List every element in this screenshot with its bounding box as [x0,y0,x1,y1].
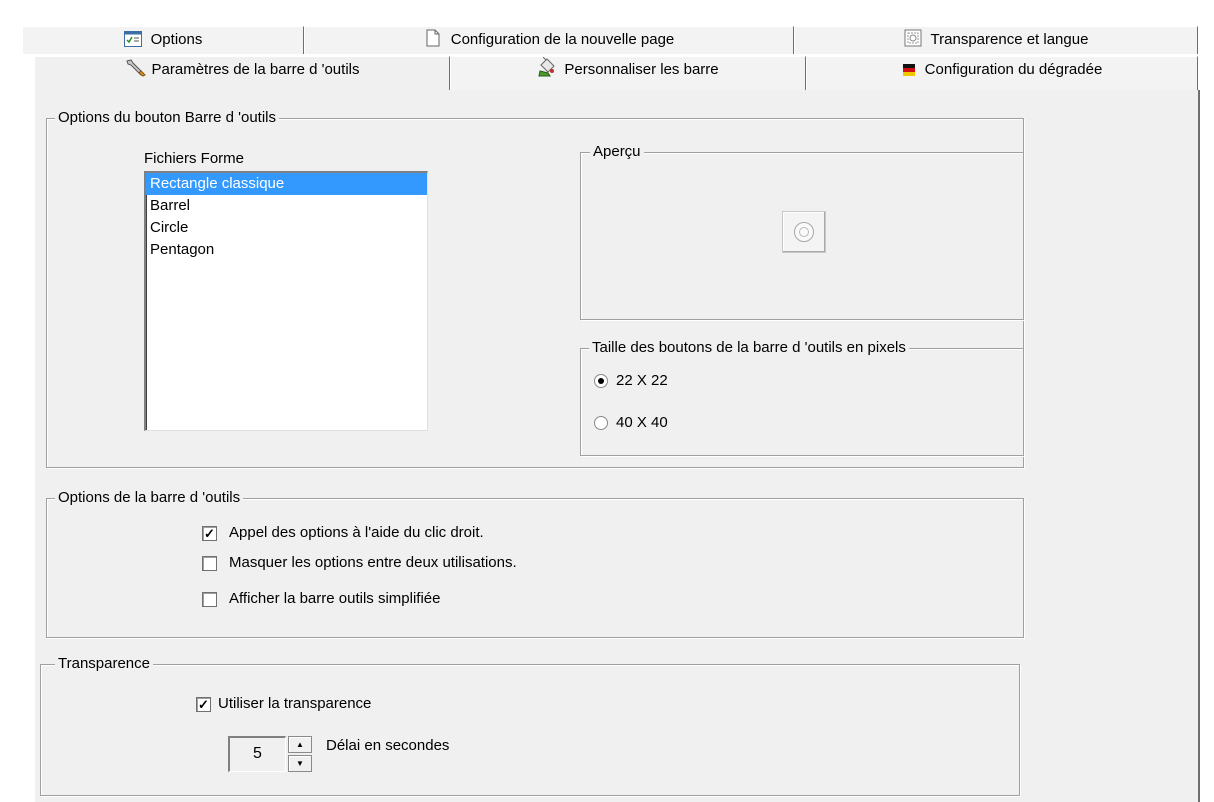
preview-circle-icon [794,222,814,242]
toolbar-options-group [46,498,1024,638]
toolbar-options-title: Options de la barre d 'outils [55,489,244,507]
hide-options-checkbox[interactable] [202,556,217,571]
wrench-icon [125,59,146,77]
right-click-options-checkbox[interactable]: ✓ [202,526,217,541]
list-item[interactable]: Circle [146,217,427,239]
use-transparency-label: Utiliser la transparence [218,695,372,712]
simplified-toolbar-checkbox[interactable] [202,592,217,607]
transparency-group [40,664,1020,796]
list-item[interactable]: Rectangle classique [146,173,427,195]
tab-transparency-language[interactable]: Transparence et langue [794,26,1198,54]
tab-label: Paramètres de la barre d 'outils [151,61,360,78]
tab-options[interactable]: Options [22,26,304,54]
shape-files-label: Fichiers Forme [144,150,245,167]
button-size-group [580,348,1024,456]
hide-options-label: Masquer les options entre deux utilisati… [229,554,517,571]
gradient-flag-icon [902,60,916,76]
tab-label: Configuration de la nouvelle page [450,31,675,48]
shape-listbox[interactable]: Rectangle classique Barrel Circle Pentag… [144,171,428,431]
page-icon [424,29,442,47]
paint-bucket-icon [537,56,556,77]
radio-40x40-label: 40 X 40 [616,414,668,431]
radio-22x22-label: 22 X 22 [616,372,668,389]
use-transparency-checkbox[interactable]: ✓ [196,697,211,712]
tab-toolbar-settings[interactable]: Paramètres de la barre d 'outils [34,56,450,90]
list-item[interactable]: Barrel [146,195,427,217]
button-options-title: Options du bouton Barre d 'outils [55,109,279,127]
delay-input[interactable]: 5 [228,736,286,772]
right-click-options-label: Appel des options à l'aide du clic droit… [229,524,484,541]
tab-customize-bars[interactable]: Personnaliser les barre [450,56,806,90]
preview-title: Aperçu [590,143,644,161]
list-item[interactable]: Pentagon [146,239,427,261]
preview-button [782,211,826,253]
simplified-toolbar-label: Afficher la barre outils simplifiée [229,590,441,607]
tab-label: Personnaliser les barre [564,61,719,78]
tab-label: Configuration du dégradée [924,61,1103,78]
radio-22x22[interactable] [594,374,608,388]
button-size-title: Taille des boutons de la barre d 'outils… [589,339,909,357]
delay-increment-button[interactable]: ▲ [288,736,312,753]
tab-gradient-config[interactable]: Configuration du dégradée [806,56,1198,90]
options-window-icon [123,30,142,47]
tab-label: Transparence et langue [930,31,1089,48]
tab-label: Options [150,31,203,48]
transparency-title: Transparence [55,655,153,673]
tab-new-page-config[interactable]: Configuration de la nouvelle page [304,26,794,54]
transparency-icon [904,29,922,47]
delay-decrement-button[interactable]: ▼ [288,755,312,772]
delay-label: Délai en secondes [326,737,450,754]
radio-40x40[interactable] [594,416,608,430]
